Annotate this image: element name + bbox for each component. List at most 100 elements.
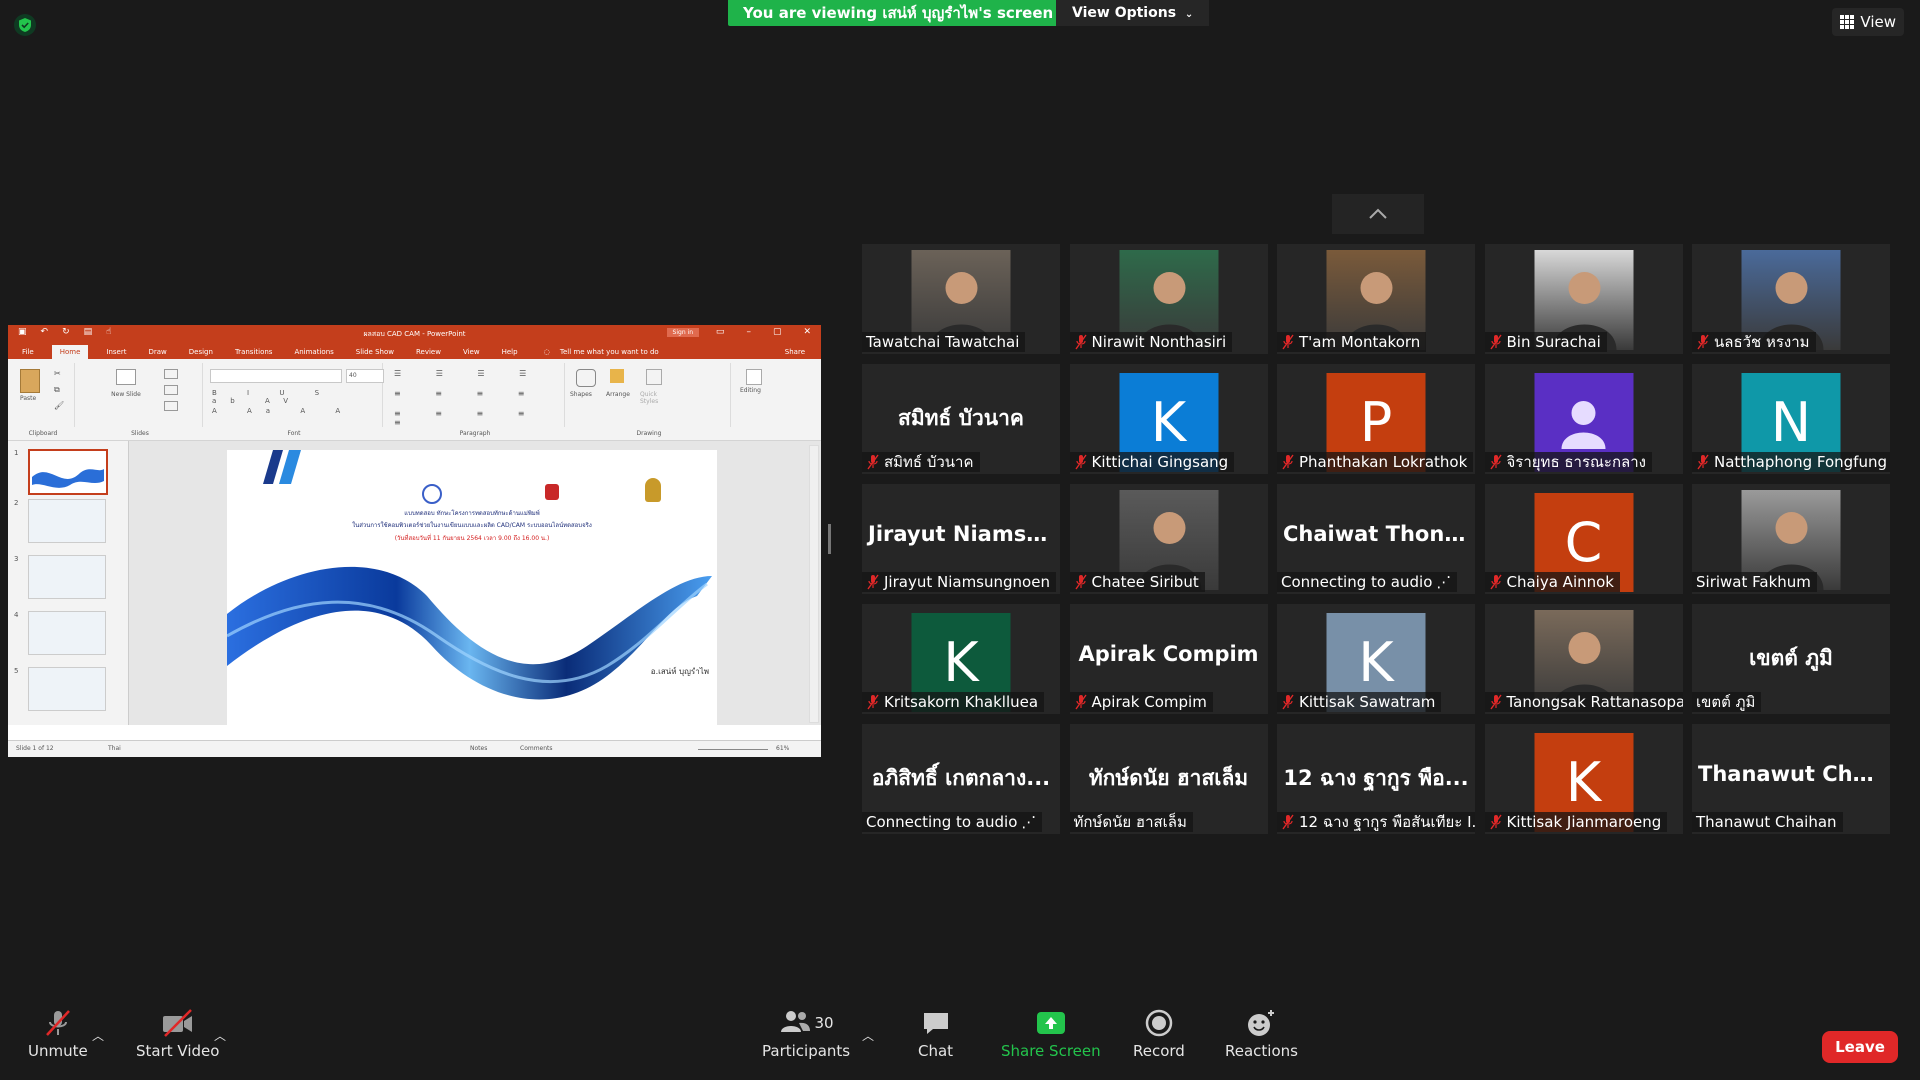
reactions-button[interactable]: Reactions xyxy=(1225,1008,1298,1060)
participant-tile[interactable]: 12 ฉาง ฐากูร พือ... 12 ฉาง ฐากูร พือสันเท… xyxy=(1277,724,1475,834)
participant-tile[interactable]: Chatee Siribut xyxy=(1069,484,1268,594)
participant-tile[interactable]: Tawatchai Tawatchai xyxy=(862,244,1060,354)
participants-options-caret[interactable]: ︿ xyxy=(862,1027,874,1044)
font-size-box[interactable]: 40 xyxy=(346,369,384,383)
slide-thumbnail-3[interactable] xyxy=(28,555,106,599)
quick-styles-label[interactable]: Quick Styles xyxy=(640,391,670,405)
record-button[interactable]: Record xyxy=(1133,1008,1185,1060)
cut-icon[interactable]: ✂ xyxy=(54,369,61,378)
participant-tile[interactable]: ทักษ์ดนัย ฮาสเล็ม ทักษ์ดนัย ฮาสเล็ม xyxy=(1069,724,1268,834)
start-video-button[interactable]: Start Video xyxy=(136,1008,219,1060)
participants-button[interactable]: 30 Participants xyxy=(762,1008,850,1060)
share-link[interactable]: Share xyxy=(785,348,805,356)
minimize-icon[interactable]: – xyxy=(746,327,751,337)
tab-view[interactable]: View xyxy=(459,345,484,359)
maximize-icon[interactable]: ▢ xyxy=(773,327,782,337)
justify-icons[interactable]: ≡ ≡ ≡ ≡ ≡ xyxy=(394,409,564,427)
font-format-icons[interactable]: B I U S ab AV xyxy=(212,389,382,405)
view-options-button[interactable]: View Options ⌄ xyxy=(1056,0,1210,26)
slide-thumbnail-4[interactable] xyxy=(28,611,106,655)
close-icon[interactable]: ✕ xyxy=(803,327,811,337)
muted-mic-icon xyxy=(1489,694,1502,710)
share-screen-button[interactable]: Share Screen xyxy=(1001,1008,1101,1060)
zoom-slider[interactable] xyxy=(698,749,768,750)
tab-help[interactable]: Help xyxy=(498,345,522,359)
tab-animations[interactable]: Animations xyxy=(290,345,337,359)
participant-tile[interactable]: K Kittisak Jianmaroeng xyxy=(1484,724,1683,834)
new-slide-icon[interactable] xyxy=(116,369,136,385)
scroll-up-button[interactable] xyxy=(1332,194,1424,234)
current-slide[interactable]: แบบทดสอบ ทักษะโครงการทดสอบทักษะด้านแม่พิ… xyxy=(227,450,717,726)
unmute-button[interactable]: Unmute xyxy=(28,1008,88,1060)
tab-draw[interactable]: Draw xyxy=(144,345,170,359)
ribbon-display-icon[interactable]: ▭ xyxy=(716,327,725,337)
sign-in-button[interactable]: Sign in xyxy=(666,328,699,337)
participant-name: Connecting to audio xyxy=(1281,573,1433,591)
participant-tile[interactable]: Jirayut Niamsu... Jirayut Niamsungnoen xyxy=(862,484,1060,594)
tell-me-search[interactable]: ◌ Tell me what you want to do xyxy=(536,345,667,359)
participant-tile[interactable]: Nirawit Nonthasiri xyxy=(1069,244,1268,354)
layout-icon[interactable] xyxy=(164,369,178,379)
tab-transitions[interactable]: Transitions xyxy=(231,345,277,359)
shapes-icon[interactable] xyxy=(576,369,596,387)
arrange-icon[interactable] xyxy=(610,369,624,383)
list-icons[interactable]: ☰ ☰ ☰ ☰ xyxy=(394,369,542,378)
align-icons[interactable]: ≡ ≡ ≡ ≡ xyxy=(394,389,540,398)
leave-button[interactable]: Leave xyxy=(1822,1031,1898,1063)
participant-tile[interactable]: จิรายุทธ ธารณะกลาง xyxy=(1484,364,1683,474)
find-icon[interactable] xyxy=(746,369,762,385)
comments-button[interactable]: Comments xyxy=(520,745,553,752)
participant-tile[interactable]: N Natthaphong Fongfung xyxy=(1692,364,1890,474)
arrange-label[interactable]: Arrange xyxy=(606,391,630,398)
participant-tile[interactable]: Thanawut Chaih... Thanawut Chaihan xyxy=(1692,724,1890,834)
chat-button[interactable]: Chat xyxy=(918,1008,953,1060)
slide-thumbnail-2[interactable] xyxy=(28,499,106,543)
tab-slide-show[interactable]: Slide Show xyxy=(352,345,398,359)
copy-icon[interactable]: ⧉ xyxy=(54,385,60,395)
tab-home[interactable]: Home xyxy=(51,345,89,359)
panel-splitter[interactable] xyxy=(828,524,831,554)
notes-button[interactable]: Notes xyxy=(470,745,487,752)
participant-tile[interactable]: Tanongsak Rattanasopa xyxy=(1484,604,1683,714)
participant-tile[interactable]: นลธวัช หรงาม xyxy=(1692,244,1890,354)
participant-tile[interactable]: Chaiwat Thong... Connecting to audio ⋰ xyxy=(1277,484,1475,594)
video-options-caret[interactable]: ︿ xyxy=(214,1027,226,1044)
tab-design[interactable]: Design xyxy=(185,345,217,359)
participant-tile[interactable]: C Chaiya Ainnok xyxy=(1484,484,1683,594)
participant-name-tag: Kittichai Gingsang xyxy=(1069,452,1235,472)
font-color-icons[interactable]: A Aa A A xyxy=(212,407,354,415)
tab-insert[interactable]: Insert xyxy=(102,345,130,359)
editing-label[interactable]: Editing xyxy=(740,387,761,394)
format-painter-icon[interactable]: 🖌 xyxy=(54,401,64,410)
participant-tile[interactable]: Bin Surachai xyxy=(1484,244,1683,354)
section-icon[interactable] xyxy=(164,401,178,411)
view-button[interactable]: View xyxy=(1832,8,1904,36)
participant-tile[interactable]: อภิสิทธิ์ เกตกลาง... Connecting to audio ⋰ xyxy=(862,724,1060,834)
muted-mic-icon xyxy=(867,574,879,590)
audio-options-caret[interactable]: ︿ xyxy=(92,1027,104,1044)
new-slide-label[interactable]: New Slide xyxy=(108,391,144,398)
participant-tile[interactable]: P Phanthakan Lokrathok xyxy=(1277,364,1475,474)
zoom-level[interactable]: 61% xyxy=(776,745,789,752)
participant-tile[interactable]: K Kittichai Gingsang xyxy=(1069,364,1268,474)
quick-styles-icon[interactable] xyxy=(646,369,662,385)
participant-tile[interactable]: T'am Montakorn xyxy=(1277,244,1475,354)
participant-tile[interactable]: เขตต์ ภูมิ เขตต์ ภูมิ xyxy=(1692,604,1890,714)
tab-file[interactable]: File xyxy=(18,345,38,359)
participant-tile[interactable]: สมิทธ์ บัวนาค สมิทธ์ บัวนาค xyxy=(862,364,1060,474)
participant-tile[interactable]: K Kittisak Sawatram xyxy=(1277,604,1475,714)
reset-icon[interactable] xyxy=(164,385,178,395)
participant-tile[interactable]: Siriwat Fakhum xyxy=(1692,484,1890,594)
participant-tile[interactable]: Apirak Compim Apirak Compim xyxy=(1069,604,1268,714)
tab-review[interactable]: Review xyxy=(412,345,445,359)
font-name-box[interactable] xyxy=(210,369,342,383)
shapes-label[interactable]: Shapes xyxy=(570,391,592,398)
security-shield-icon[interactable] xyxy=(14,14,36,36)
slide-thumbnail-1[interactable] xyxy=(28,449,108,495)
participant-tile[interactable]: K Kritsakorn Khaklluea xyxy=(862,604,1060,714)
clipboard-label: Clipboard xyxy=(28,430,58,437)
paste-icon[interactable] xyxy=(20,369,40,393)
window-title: ผลสอบ CAD CAM - PowerPoint xyxy=(363,330,466,338)
vertical-scrollbar[interactable] xyxy=(809,445,819,723)
slide-thumbnail-5[interactable] xyxy=(28,667,106,711)
